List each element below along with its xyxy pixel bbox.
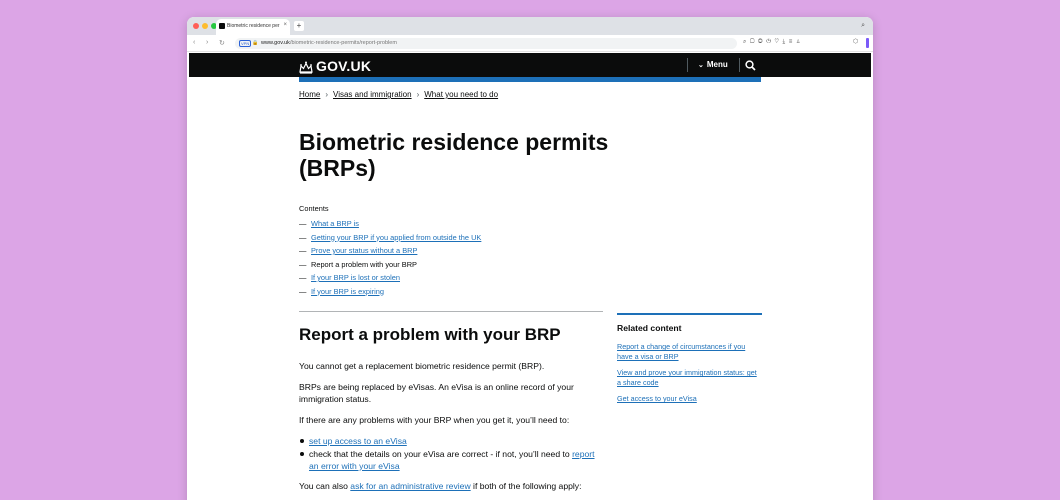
breadcrumb: Home › Visas and immigration › What you need… <box>299 90 498 99</box>
breadcrumb-what-you-need[interactable]: What you need to do <box>424 90 498 99</box>
section-body: You cannot get a replacement biometric r… <box>299 360 603 500</box>
logo-text: GOV.UK <box>316 58 372 74</box>
toolbar-icons[interactable]: ⌕▢◎◷♡⤓≡♙ <box>743 39 804 46</box>
related-link-share-code[interactable]: View and prove your immigration status: … <box>617 368 762 387</box>
chevron-right-icon: › <box>325 90 329 99</box>
browser-toolbar: ‹ › ↻ VPN 🔒 www.gov.uk/biometric-residen… <box>187 35 873 52</box>
tab-title: Biometric residence per <box>227 23 280 29</box>
search-icon <box>745 60 756 71</box>
contents-link-getting-brp[interactable]: Getting your BRP if you applied from out… <box>311 233 481 242</box>
page-title: Biometric residence permits (BRPs) <box>299 129 609 181</box>
header-accent-bar <box>299 77 761 82</box>
related-heading: Related content <box>617 323 682 333</box>
contents-item: — Getting your BRP if you applied from ou… <box>299 232 482 242</box>
contents-item: — If your BRP is lost or stolen <box>299 273 400 282</box>
sidebar-toggle-icon[interactable] <box>866 38 869 48</box>
search-button[interactable] <box>745 58 756 76</box>
tab-strip: Biometric residence per × + ⌕ <box>187 17 873 35</box>
contents-item: — Prove your status without a BRP <box>299 246 418 255</box>
contents-heading: Contents <box>299 204 329 213</box>
paragraph-text: if both of the following apply: <box>470 481 582 491</box>
extension-icon[interactable]: ⬡ <box>853 38 863 48</box>
contents-item: — If your BRP is expiring <box>299 286 384 296</box>
paragraph: BRPs are being replaced by eVisas. An eV… <box>299 382 574 404</box>
browser-window: Biometric residence per × + ⌕ ‹ › ↻ VPN … <box>187 17 873 500</box>
bullet-list: set up access to an eVisa check that the… <box>299 435 603 472</box>
chevron-down-icon: ⌄ <box>698 62 704 69</box>
back-icon[interactable]: ‹ <box>193 39 195 46</box>
reload-icon[interactable]: ↻ <box>219 39 225 47</box>
administrative-review-link[interactable]: ask for an administrative review <box>350 481 470 491</box>
contents-link-lost-stolen[interactable]: If your BRP is lost or stolen <box>311 273 400 282</box>
set-up-evisa-link[interactable]: set up access to an eVisa <box>309 436 407 446</box>
contents-list: Contents — What a BRP is — Getting your BR… <box>299 204 481 300</box>
menu-label: Menu <box>706 60 728 69</box>
paragraph: You cannot get a replacement biometric r… <box>299 361 545 371</box>
close-tab-icon[interactable]: × <box>283 22 287 28</box>
menu-button[interactable]: ⌄ Menu <box>687 58 740 72</box>
lock-icon[interactable]: 🔒 <box>252 40 258 46</box>
paragraph-text: You can also <box>299 481 351 491</box>
contents-current-label: Report a problem with your BRP <box>311 259 417 269</box>
breadcrumb-visas[interactable]: Visas and immigration <box>333 90 412 99</box>
contents-item-current: — Report a problem with your BRP <box>299 259 417 269</box>
minimize-window-icon[interactable] <box>202 23 208 29</box>
contents-link-prove-status[interactable]: Prove your status without a BRP <box>311 246 417 255</box>
section-heading: Report a problem with your BRP <box>299 325 561 344</box>
web-page: GOV.UK ⌄ Menu Home › Visas and immigration ›… <box>189 53 871 500</box>
list-item-text: check that the details on your eVisa are… <box>309 449 573 459</box>
url-text[interactable]: www.gov.uk/biometric-residence-permits/r… <box>261 40 397 46</box>
paragraph: You can also ask for an administrative r… <box>299 480 603 492</box>
vpn-badge[interactable]: VPN <box>239 40 252 47</box>
list-item: check that the details on your eVisa are… <box>299 448 603 472</box>
new-tab-button[interactable]: + <box>294 21 304 31</box>
browser-tab[interactable]: Biometric residence per × <box>216 19 290 35</box>
tab-search-icon[interactable]: ⌕ <box>861 22 865 30</box>
section-divider <box>299 311 603 312</box>
crown-icon <box>299 61 313 74</box>
forward-icon[interactable]: › <box>206 39 208 46</box>
address-bar[interactable]: VPN 🔒 www.gov.uk/biometric-residence-per… <box>235 38 737 49</box>
paragraph: If there are any problems with your BRP … <box>299 415 570 425</box>
related-content: Related content Report a change of circu… <box>617 313 762 411</box>
contents-link-expiring[interactable]: If your BRP is expiring <box>311 287 384 296</box>
chevron-right-icon: › <box>416 90 420 99</box>
govuk-favicon-icon <box>219 23 225 29</box>
govuk-logo[interactable]: GOV.UK <box>299 58 371 74</box>
breadcrumb-home[interactable]: Home <box>299 90 320 99</box>
govuk-header: GOV.UK ⌄ Menu <box>189 53 871 77</box>
contents-link-what-a-brp-is[interactable]: What a BRP is <box>311 219 359 228</box>
related-link-change-circumstances[interactable]: Report a change of circumstances if you … <box>617 342 762 361</box>
contents-item: — What a BRP is <box>299 219 359 228</box>
close-window-icon[interactable] <box>193 23 199 29</box>
related-link-evisa-access[interactable]: Get access to your eVisa <box>617 394 762 404</box>
list-item: set up access to an eVisa <box>299 435 603 447</box>
